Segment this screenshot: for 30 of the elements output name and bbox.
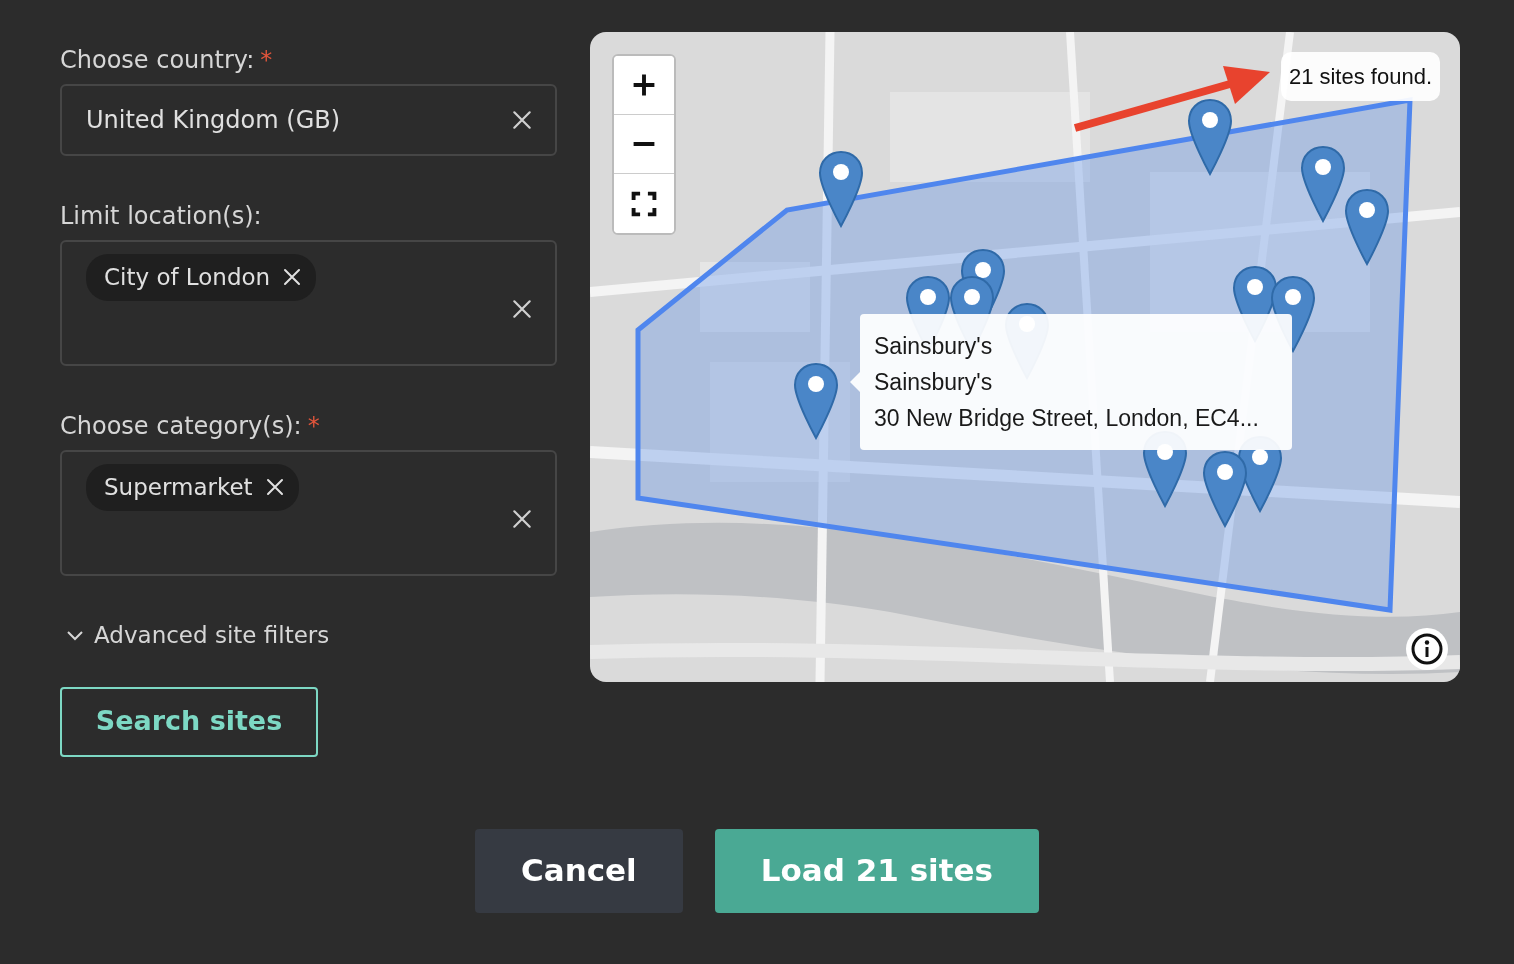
info-icon (1410, 632, 1444, 666)
chevron-icon (66, 629, 84, 642)
remove-icon[interactable] (264, 477, 285, 498)
multiselect-field[interactable]: City of London (60, 240, 557, 366)
required-mark: * (260, 45, 273, 76)
multiselect-field[interactable]: Supermarket (60, 450, 557, 576)
clear-icon[interactable] (511, 508, 533, 530)
chip-label: Supermarket (104, 473, 253, 502)
cancel-button[interactable]: Cancel (475, 828, 683, 913)
fullscreen-icon (631, 190, 657, 217)
chip[interactable]: Supermarket (86, 464, 299, 511)
field-label: Choose category(s): (60, 411, 302, 442)
select-field[interactable]: United Kingdom (GB) (60, 84, 557, 156)
required-mark: * (307, 411, 320, 442)
tooltip-text: 30 New Bridge Street, London, EC4... (874, 404, 1260, 433)
clear-icon[interactable] (511, 298, 533, 320)
advanced-filters-toggle[interactable]: Advanced site filters (66, 618, 330, 653)
plus-icon (631, 72, 657, 98)
result-count: 21 sites found. (1280, 52, 1440, 101)
minus-icon (631, 142, 657, 146)
tooltip-text: Sainsbury's (874, 332, 994, 361)
chip-label: City of London (104, 263, 271, 292)
search-sites-button[interactable]: Search sites (60, 686, 318, 757)
field-label: Choose country: (60, 45, 255, 76)
chip[interactable]: City of London (86, 254, 317, 301)
clear-icon[interactable] (511, 109, 533, 131)
zoom-in-button[interactable] (614, 56, 674, 115)
field-label: Limit location(s): (60, 201, 262, 232)
remove-icon[interactable] (282, 267, 303, 288)
tooltip-text: Sainsbury's (874, 368, 994, 397)
